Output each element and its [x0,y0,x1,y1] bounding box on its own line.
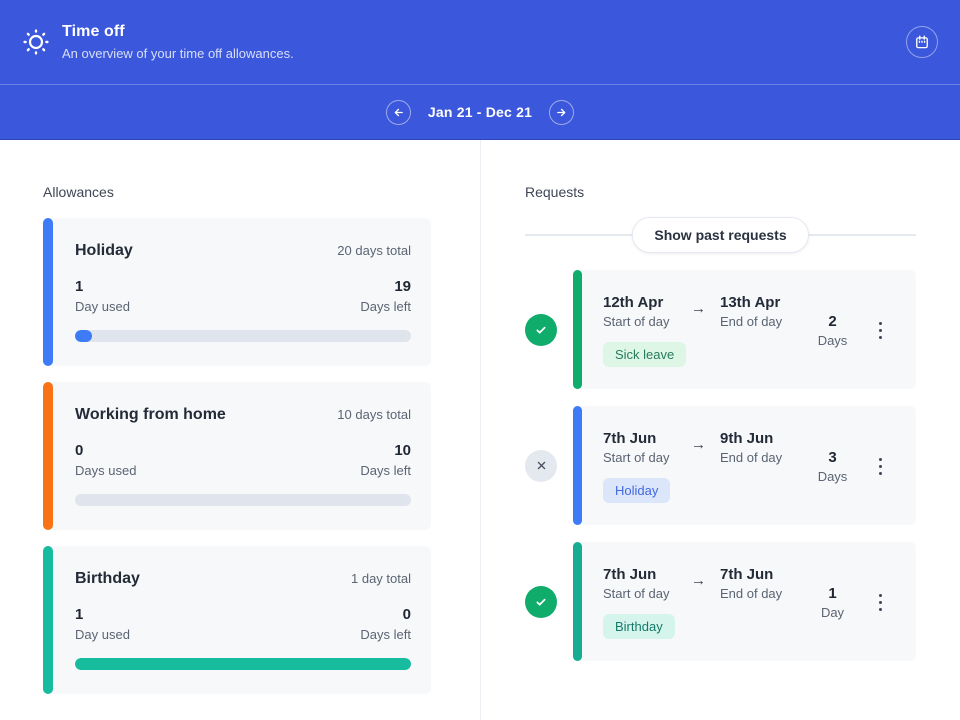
allowance-progress-fill [75,330,92,342]
days-left-value: 19 [394,278,411,295]
duration-value: 2 [828,313,837,330]
end-date: 7th Jun [720,566,774,583]
start-date: 7th Jun [603,430,657,447]
date-range-label: Jan 21 - Dec 21 [427,104,533,120]
allowances-section: Allowances Holiday 20 days total 1 19 Da… [43,140,431,694]
request-row: 7th Jun Start of day → 9th Jun End of da… [525,406,916,525]
allowance-progress-track [75,330,411,342]
allowance-card-working-from-home: Working from home 10 days total 0 10 Day… [43,382,431,530]
arrow-right-icon: → [691,300,706,317]
end-time-label: End of day [720,314,783,329]
end-date: 13th Apr [720,294,781,311]
days-used-value: 1 [75,278,84,295]
allowance-total: 1 day total [351,571,411,586]
allowance-progress-track [75,658,411,670]
request-type-tag: Holiday [603,478,671,503]
allowance-card-birthday: Birthday 1 day total 1 0 Day used Days l… [43,546,431,694]
header-text: Time off An overview of your time off al… [62,23,294,61]
page-title: Time off [62,23,125,40]
column-divider [480,140,481,720]
show-past-requests-row: Show past requests [525,216,916,253]
allowance-accent-bar [43,546,53,694]
start-time-label: Start of day [603,586,670,601]
request-status-declined-icon [525,449,557,482]
duration-label: Days [817,333,848,348]
duration-value: 3 [828,449,837,466]
next-period-button[interactable] [549,99,575,125]
arrow-right-icon: → [691,436,706,453]
request-card: 7th Jun Start of day → 9th Jun End of da… [573,406,916,525]
request-card: 12th Apr Start of day → 13th Apr End of … [573,270,916,389]
request-duration: 2 Days [813,313,853,348]
request-card: 7th Jun Start of day → 7th Jun End of da… [573,542,916,661]
allowance-progress-fill [75,658,411,670]
days-left-label: Days left [360,299,411,314]
page-subtitle: An overview of your time off allowances. [62,46,294,61]
request-status-approved-icon [525,585,557,618]
arrow-right-icon [554,105,569,120]
days-left-label: Days left [360,463,411,478]
request-duration: 3 Days [813,449,853,484]
allowance-name: Working from home [75,406,226,423]
main-content: Allowances Holiday 20 days total 1 19 Da… [0,140,960,720]
end-time-label: End of day [720,450,783,465]
end-time-label: End of day [720,586,783,601]
days-left-value: 10 [394,442,411,459]
allowance-name: Holiday [75,242,133,259]
x-icon [534,458,549,473]
check-icon [533,594,549,610]
arrow-right-icon: → [691,572,706,589]
request-duration: 1 Day [813,585,853,620]
days-left-label: Days left [360,627,411,642]
request-menu-button[interactable] [875,452,887,482]
days-used-value: 0 [75,442,84,459]
request-accent-bar [573,406,582,525]
arrow-left-icon [391,105,406,120]
allowance-name: Birthday [75,570,140,587]
days-used-label: Days used [75,463,137,478]
request-menu-button[interactable] [875,588,887,618]
start-date: 7th Jun [603,566,657,583]
show-past-requests-button[interactable]: Show past requests [632,216,809,253]
request-accent-bar [573,270,582,389]
request-accent-bar [573,542,582,661]
duration-label: Days [817,469,848,484]
calendar-button[interactable] [906,26,938,58]
start-time-label: Start of day [603,314,670,329]
date-navigation: Jan 21 - Dec 21 [0,84,960,140]
request-status-approved-icon [525,313,557,346]
allowance-total: 10 days total [337,407,411,422]
section-title-allowances: Allowances [43,184,114,200]
start-time-label: Start of day [603,450,670,465]
duration-value: 1 [828,585,837,602]
duration-label: Day [820,605,845,620]
allowance-accent-bar [43,382,53,530]
request-type-tag: Birthday [603,614,675,639]
request-row: 12th Apr Start of day → 13th Apr End of … [525,270,916,389]
app-header: Time off An overview of your time off al… [0,0,960,84]
requests-section: Requests Show past requests 12th Apr Sta… [525,140,916,661]
time-off-app: Time off An overview of your time off al… [0,0,960,720]
allowance-card-holiday: Holiday 20 days total 1 19 Day used Days… [43,218,431,366]
allowance-progress-track [75,494,411,506]
request-row: 7th Jun Start of day → 7th Jun End of da… [525,542,916,661]
days-used-label: Day used [75,627,130,642]
days-used-label: Day used [75,299,130,314]
days-used-value: 1 [75,606,84,623]
request-menu-button[interactable] [875,316,887,346]
check-icon [533,322,549,338]
end-date: 9th Jun [720,430,774,447]
request-type-tag: Sick leave [603,342,687,367]
allowance-total: 20 days total [337,243,411,258]
calendar-icon [913,33,931,51]
sun-icon [20,26,52,58]
section-title-requests: Requests [525,184,585,200]
start-date: 12th Apr [603,294,664,311]
allowance-accent-bar [43,218,53,366]
prev-period-button[interactable] [385,99,411,125]
days-left-value: 0 [402,606,411,623]
